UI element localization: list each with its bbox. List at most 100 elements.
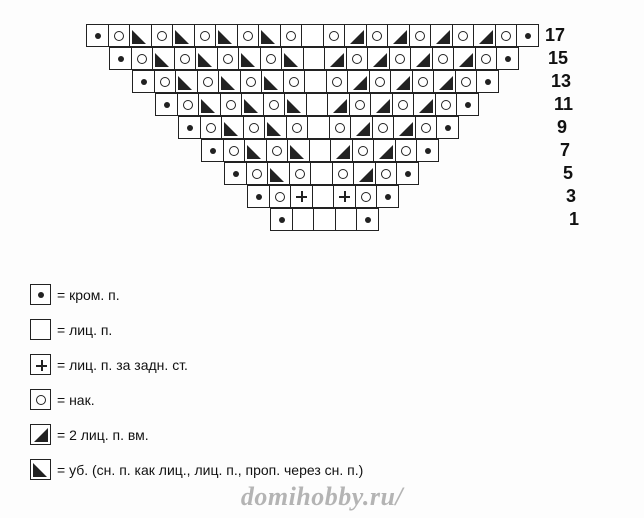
- chart-row: 1: [86, 208, 579, 231]
- chart-cell-yo: [409, 24, 432, 47]
- chart-cell-dot: [224, 162, 247, 185]
- chart-cell-dot: [476, 70, 499, 93]
- chart-cell-yo: [432, 47, 455, 70]
- chart-cell-ssk: [241, 93, 264, 116]
- chart-cell-knit: [309, 139, 332, 162]
- chart-cell-ssk: [264, 116, 287, 139]
- chart-cell-yo: [220, 93, 243, 116]
- chart-cell-ssk: [284, 93, 307, 116]
- legend: = кром. п. = лиц. п. = лиц. п. за задн. ст…: [30, 284, 363, 494]
- chart-cell-k2: [393, 116, 416, 139]
- legend-symbol-k2: [30, 424, 51, 445]
- chart-cell-yo: [154, 70, 177, 93]
- chart-cell-ssk: [198, 93, 221, 116]
- chart-cell-knit: [310, 162, 333, 185]
- chart-cell-yo: [355, 185, 378, 208]
- chart-cell-yo: [375, 162, 398, 185]
- chart-cell-plus: [290, 185, 313, 208]
- chart-cell-yo: [243, 116, 266, 139]
- chart-cell-yo: [369, 70, 392, 93]
- chart-cell-knit: [313, 208, 336, 231]
- chart-cell-ssk: [287, 139, 310, 162]
- chart-cell-k2: [413, 93, 436, 116]
- row-number: 15: [548, 48, 568, 69]
- chart-cell-k2: [370, 93, 393, 116]
- chart-cell-yo: [197, 70, 220, 93]
- chart-cell-yo: [240, 70, 263, 93]
- chart-cell-dot: [270, 208, 293, 231]
- chart-cell-yo: [289, 162, 312, 185]
- chart-cell-yo: [329, 116, 352, 139]
- chart-cell-yo: [389, 47, 412, 70]
- chart-row: 17: [86, 24, 579, 47]
- chart-cell-ssk: [129, 24, 152, 47]
- chart-cell-dot: [109, 47, 132, 70]
- chart-cell-ssk: [152, 47, 175, 70]
- legend-item: = нак.: [30, 389, 363, 410]
- chart-row: 9: [86, 116, 579, 139]
- chart-cell-plus: [333, 185, 356, 208]
- chart-cell-k2: [330, 139, 353, 162]
- chart-cell-yo: [332, 162, 355, 185]
- chart-cell-dot: [416, 139, 439, 162]
- chart-cell-yo: [280, 24, 303, 47]
- chart-cell-dot: [247, 185, 270, 208]
- chart-cell-k2: [387, 24, 410, 47]
- row-number: 1: [569, 209, 579, 230]
- legend-label: = нак.: [57, 392, 95, 408]
- chart-cell-k2: [367, 47, 390, 70]
- chart-cell-knit: [303, 47, 326, 70]
- legend-label: = лиц. п. за задн. ст.: [57, 357, 188, 373]
- chart-cell-dot: [178, 116, 201, 139]
- legend-item: = лиц. п.: [30, 319, 363, 340]
- legend-label: = 2 лиц. п. вм.: [57, 427, 149, 443]
- chart-cell-yo: [269, 185, 292, 208]
- chart-cell-yo: [194, 24, 217, 47]
- legend-symbol-yo: [30, 389, 51, 410]
- chart-cell-yo: [246, 162, 269, 185]
- chart-cell-k2: [347, 70, 370, 93]
- chart-cell-yo: [455, 70, 478, 93]
- chart-cell-yo: [435, 93, 458, 116]
- chart-cell-ssk: [244, 139, 267, 162]
- chart-cell-yo: [372, 116, 395, 139]
- chart-cell-ssk: [267, 162, 290, 185]
- chart-cell-yo: [260, 47, 283, 70]
- chart-cell-yo: [352, 139, 375, 162]
- chart-cell-yo: [326, 70, 349, 93]
- row-number: 17: [545, 25, 565, 46]
- chart-cell-dot: [436, 116, 459, 139]
- chart-cell-k2: [327, 93, 350, 116]
- chart-row: 7: [86, 139, 579, 162]
- chart-cell-yo: [475, 47, 498, 70]
- chart-cell-k2: [353, 162, 376, 185]
- row-number: 9: [557, 117, 567, 138]
- chart-cell-yo: [217, 47, 240, 70]
- legend-item: = кром. п.: [30, 284, 363, 305]
- chart-cell-dot: [376, 185, 399, 208]
- chart-row: 15: [86, 47, 579, 70]
- row-number: 11: [554, 94, 573, 115]
- chart-cell-ssk: [172, 24, 195, 47]
- chart-cell-k2: [344, 24, 367, 47]
- chart-cell-k2: [433, 70, 456, 93]
- chart-cell-dot: [132, 70, 155, 93]
- chart-cell-yo: [200, 116, 223, 139]
- chart-cell-ssk: [195, 47, 218, 70]
- row-number: 7: [560, 140, 570, 161]
- chart-cell-yo: [412, 70, 435, 93]
- row-number: 5: [563, 163, 573, 184]
- chart-cell-knit: [312, 185, 335, 208]
- chart-cell-yo: [263, 93, 286, 116]
- chart-cell-k2: [390, 70, 413, 93]
- legend-item: = уб. (сн. п. как лиц., лиц. п., проп. ч…: [30, 459, 363, 480]
- chart-cell-dot: [396, 162, 419, 185]
- chart-cell-yo: [237, 24, 260, 47]
- chart-cell-knit: [306, 93, 329, 116]
- chart-cell-ssk: [238, 47, 261, 70]
- legend-item: = 2 лиц. п. вм.: [30, 424, 363, 445]
- chart-cell-ssk: [261, 70, 284, 93]
- legend-label: = уб. (сн. п. как лиц., лиц. п., проп. ч…: [57, 462, 363, 478]
- chart-cell-dot: [356, 208, 379, 231]
- chart-cell-dot: [456, 93, 479, 116]
